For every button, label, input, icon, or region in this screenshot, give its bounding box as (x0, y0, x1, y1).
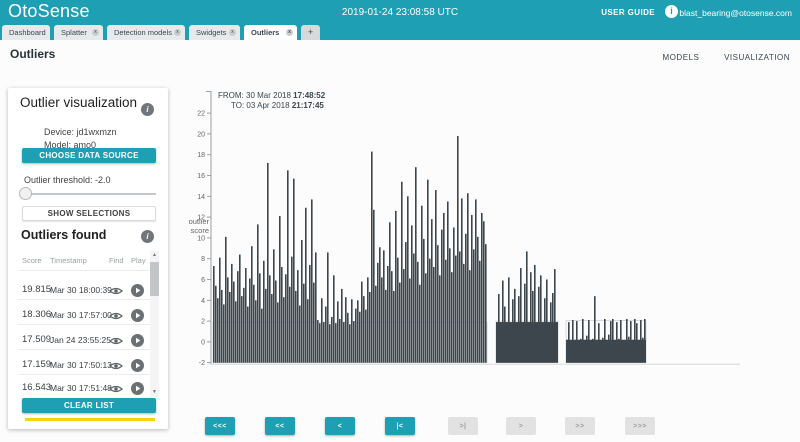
choose-data-source-button[interactable]: CHOOSE DATA SOURCE (22, 148, 156, 163)
scroll-up-icon[interactable]: ▲ (150, 251, 159, 260)
tab-label: Outliers (251, 28, 280, 37)
svg-text:18: 18 (197, 152, 205, 159)
outliers-found-info-icon[interactable]: i (141, 230, 154, 243)
page-back-button[interactable]: < (325, 417, 355, 435)
row-score: 19.815 (22, 284, 52, 295)
row-timestamp: Mar 30 17:50:13 (50, 360, 112, 370)
page-first-button[interactable]: <<< (205, 417, 235, 435)
row-score: 17.159 (22, 359, 52, 370)
nav-models-link[interactable]: MODELS (663, 53, 700, 62)
app-header: OtoSense 2019-01-24 23:08:58 UTC USER GU… (0, 0, 800, 25)
tab-label: Detection models (114, 28, 172, 37)
svg-text:8: 8 (201, 256, 205, 263)
scrollbar-thumb[interactable] (150, 262, 159, 296)
find-eye-icon[interactable] (109, 384, 123, 394)
row-timestamp: Mar 30 17:51:48 (50, 383, 112, 393)
svg-text:4: 4 (201, 298, 205, 305)
play-icon[interactable] (131, 382, 144, 395)
tab-swidgets[interactable]: Swidgets x (189, 25, 240, 40)
page-fwd-button: > (506, 417, 536, 435)
account-email[interactable]: blast_bearing@otosense.com (679, 8, 792, 18)
close-icon[interactable]: x (174, 29, 181, 36)
svg-text:14: 14 (197, 194, 205, 201)
tab-add-button[interactable]: + (301, 25, 320, 40)
show-selections-button[interactable]: SHOW SELECTIONS (22, 206, 156, 221)
tab-outliers[interactable]: Outliers x (244, 25, 297, 40)
close-icon[interactable]: x (92, 29, 99, 36)
page-fast-fwd-button: >> (565, 417, 595, 435)
row-score: 17.509 (22, 334, 52, 345)
svg-text:10: 10 (197, 235, 205, 242)
scroll-down-icon[interactable]: ▼ (150, 388, 159, 397)
svg-text:0: 0 (201, 339, 205, 346)
outlier-chart: -2 0 2 4 6 8 10 12 14 16 18 20 22 (197, 91, 740, 367)
tab-label: Dashboard (9, 28, 46, 37)
user-guide-link[interactable]: USER GUIDE (601, 8, 655, 17)
panel-title: Outlier visualization (20, 95, 138, 110)
threshold-slider-thumb[interactable] (19, 187, 32, 200)
row-timestamp: Mar 30 18:00:39 (50, 285, 112, 295)
threshold-slider-track[interactable] (25, 193, 156, 195)
tab-detection-models[interactable]: Detection models x (107, 25, 185, 40)
page-step-fwd-button: >| (448, 417, 478, 435)
clear-list-button[interactable]: CLEAR LIST (22, 398, 156, 413)
page-step-back-button[interactable]: |< (385, 417, 415, 435)
view-nav: MODELS VISUALIZATION (641, 53, 790, 62)
col-header-find: Find (109, 256, 124, 265)
page-last-button: >>> (625, 417, 655, 435)
find-eye-icon[interactable] (109, 361, 123, 371)
page-fast-back-button[interactable]: << (265, 417, 295, 435)
tab-dashboard[interactable]: Dashboard (2, 25, 50, 40)
play-icon[interactable] (131, 284, 144, 297)
col-header-timestamp: Timestamp (50, 256, 87, 265)
panel-info-icon[interactable]: i (141, 103, 154, 116)
find-eye-icon[interactable] (109, 336, 123, 346)
header-info-icon[interactable]: i (665, 5, 678, 18)
tab-splatter[interactable]: Splatter x (54, 25, 103, 40)
close-icon[interactable]: x (229, 29, 236, 36)
svg-text:12: 12 (197, 215, 205, 222)
app-screen: OtoSense 2019-01-24 23:08:58 UTC USER GU… (0, 0, 800, 442)
page-title: Outliers (10, 47, 56, 61)
device-label: Device: jd1wxmzn (44, 127, 117, 137)
col-header-score: Score (22, 256, 42, 265)
row-score: 18.306 (22, 309, 52, 320)
row-score: 16.543 (22, 382, 52, 393)
col-header-play: Play (131, 256, 146, 265)
tab-label: Splatter (61, 28, 87, 37)
play-icon[interactable] (131, 359, 144, 372)
play-icon[interactable] (131, 334, 144, 347)
svg-text:16: 16 (197, 173, 205, 180)
tab-bar: Dashboard Splatter x Detection models x Sw… (0, 25, 800, 40)
svg-text:6: 6 (201, 277, 205, 284)
svg-text:20: 20 (197, 131, 205, 138)
find-eye-icon[interactable] (109, 311, 123, 321)
close-icon[interactable]: x (286, 29, 293, 36)
outliers-found-title: Outliers found (21, 228, 107, 242)
table-scrollbar[interactable]: ▲ ▼ (150, 251, 159, 397)
find-eye-icon[interactable] (109, 286, 123, 296)
outlier-visualization-panel: Outlier visualization i Device: jd1wxmzn… (8, 88, 168, 429)
nav-visualization-link[interactable]: VISUALIZATION (724, 53, 790, 62)
svg-text:2: 2 (201, 319, 205, 326)
play-icon[interactable] (131, 309, 144, 322)
tab-label: Swidgets (196, 28, 227, 37)
row-timestamp: Jan 24 23:55:25 (50, 335, 111, 345)
row-timestamp: Mar 30 17:57:00 (50, 310, 112, 320)
yellow-accent-line (25, 418, 155, 421)
svg-text:-2: -2 (199, 360, 205, 367)
svg-text:22: 22 (197, 111, 205, 118)
outlier-threshold-label: Outlier threshold: -2.0 (24, 175, 111, 185)
